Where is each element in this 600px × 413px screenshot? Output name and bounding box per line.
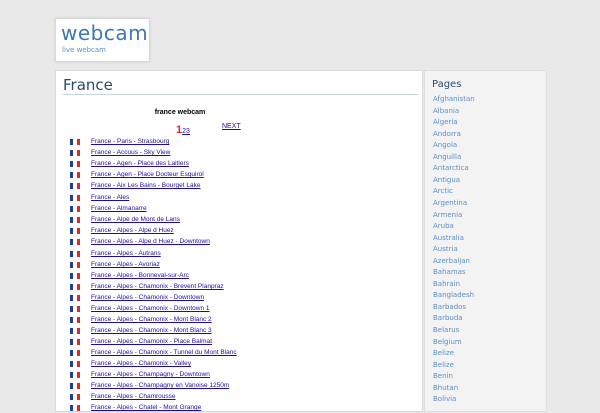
sidebar-country-link[interactable]: Angola — [433, 141, 457, 149]
sidebar-country-link[interactable]: Bangladesh — [433, 291, 474, 299]
sidebar: Pages Afghanistan Albania Algeria Andorra An… — [424, 70, 547, 412]
sidebar-country-link[interactable]: Arctic — [433, 187, 453, 195]
sidebar-country-link[interactable]: Belarus — [433, 326, 459, 334]
france-flag-icon — [70, 239, 80, 245]
france-flag-icon — [70, 183, 80, 189]
webcam-link[interactable]: France - Alpes - Chamonix - Valley — [91, 359, 191, 369]
webcam-link[interactable]: France - Alpes - Bonneval-sur-Arc — [91, 271, 189, 281]
main-content: France france webcam 123 NEXT France - P… — [55, 70, 423, 412]
webcam-link[interactable]: France - Alpes - Chamrousse — [91, 392, 176, 402]
france-flag-icon — [70, 295, 80, 301]
sidebar-country-link[interactable]: Bahrain — [433, 280, 460, 288]
france-flag-icon — [70, 361, 80, 367]
sidebar-country-link[interactable]: Australia — [433, 234, 464, 242]
webcam-link[interactable]: France - Alpes - Chamonix - Downtown — [91, 293, 204, 303]
page-title: France — [63, 76, 113, 94]
sidebar-title: Pages — [432, 79, 462, 90]
sidebar-country-link[interactable]: Argentina — [433, 199, 467, 207]
france-flag-icon — [70, 172, 80, 178]
france-flag-icon — [70, 161, 80, 167]
france-flag-icon — [70, 251, 80, 257]
webcam-link[interactable]: France - Alpes - Chatel - Mont Grange — [91, 403, 201, 413]
france-flag-icon — [70, 372, 80, 378]
site-subtitle: live webcam — [62, 46, 106, 54]
webcam-link[interactable]: France - Alpes - Autrans — [91, 249, 161, 259]
webcam-link[interactable]: France - Paris - Strasbourg — [91, 137, 169, 147]
sidebar-country-link[interactable]: Antigua — [433, 176, 460, 184]
webcam-link[interactable]: France - Alpes - Champagny - Downtown — [91, 370, 210, 380]
france-flag-icon — [70, 150, 80, 156]
france-flag-icon — [70, 217, 80, 223]
webcam-link[interactable]: France - Alpes - Alpe d Huez — [91, 226, 174, 236]
sidebar-country-link[interactable]: Bahamas — [433, 268, 466, 276]
webcam-link[interactable]: France - Aix Les Bains - Bourget Lake — [91, 181, 200, 191]
webcam-link[interactable]: France - Ales — [91, 193, 129, 203]
sidebar-country-link[interactable]: Benin — [433, 372, 453, 380]
webcam-link[interactable]: France - Alpe de Mont de Lans — [91, 215, 180, 225]
sidebar-country-link[interactable]: Barbados — [433, 303, 466, 311]
webcam-link[interactable]: France - Alpes - Chamonix - Mont Blanc 3 — [91, 326, 212, 336]
sidebar-country-link[interactable]: Afghanistan — [433, 95, 475, 103]
france-flag-icon — [70, 394, 80, 400]
france-flag-icon — [70, 139, 80, 145]
france-flag-icon — [70, 383, 80, 389]
sidebar-country-link[interactable]: Aruba — [433, 222, 454, 230]
pagination: 123 — [176, 120, 190, 138]
france-flag-icon — [70, 195, 80, 201]
france-flag-icon — [70, 405, 80, 411]
webcam-link[interactable]: France - Agen - Place des Laitiers — [91, 159, 189, 169]
sidebar-country-link[interactable]: Algeria — [433, 118, 458, 126]
sidebar-country-link[interactable]: Antarctica — [433, 164, 469, 172]
list-heading: france webcam — [154, 109, 206, 116]
france-flag-icon — [70, 273, 80, 279]
webcam-link[interactable]: France - Agen - Place Docteur Esquirol — [91, 170, 204, 180]
sidebar-country-link[interactable]: Belize — [433, 349, 454, 357]
webcam-link[interactable]: France - Alpes - Champagny en Vanoise 12… — [91, 381, 229, 391]
webcam-link[interactable]: France - Alpes - Chamonix - Downtown 1 — [91, 304, 210, 314]
france-flag-icon — [70, 262, 80, 268]
france-flag-icon — [70, 306, 80, 312]
webcam-link[interactable]: France - Alpes - Chamonix - Tunnel du Mo… — [91, 348, 237, 358]
france-flag-icon — [70, 339, 80, 345]
webcam-link[interactable]: France - Accous - Sky View — [91, 148, 170, 158]
france-flag-icon — [70, 350, 80, 356]
france-flag-icon — [70, 228, 80, 234]
sidebar-country-link[interactable]: Albania — [433, 107, 459, 115]
france-flag-icon — [70, 317, 80, 323]
sidebar-country-link[interactable]: Barbuda — [433, 314, 463, 322]
sidebar-country-link[interactable]: Andorra — [433, 130, 461, 138]
france-flag-icon — [70, 328, 80, 334]
webcam-link[interactable]: France - Alpes - Chamonix - Mont Blanc 2 — [91, 315, 212, 325]
next-page-link[interactable]: NEXT — [222, 123, 241, 130]
sidebar-country-link[interactable]: Anguilla — [433, 153, 461, 161]
webcam-link[interactable]: France - Alpes - Avoriaz — [91, 260, 160, 270]
site-logo[interactable]: webcam live webcam — [55, 18, 150, 62]
site-title[interactable]: webcam — [61, 21, 148, 45]
sidebar-country-link[interactable]: Azerbaijan — [433, 257, 470, 265]
webcam-link[interactable]: France - Alpes - Chamonix - Place Balmat — [91, 337, 212, 347]
sidebar-country-link[interactable]: Belgium — [433, 338, 462, 346]
sidebar-country-link[interactable]: Armenia — [433, 211, 462, 219]
france-flag-icon — [70, 206, 80, 212]
france-flag-icon — [70, 284, 80, 290]
sidebar-country-link[interactable]: Austria — [433, 245, 458, 253]
webcam-link[interactable]: France - Alpes - Chamonix - Brevent Plan… — [91, 282, 224, 292]
sidebar-country-link[interactable]: Belize — [433, 361, 454, 369]
sidebar-country-link[interactable]: Bolivia — [433, 395, 456, 403]
page-link-3[interactable]: 3 — [186, 128, 190, 135]
webcam-link[interactable]: France - Almanarre — [91, 204, 147, 214]
title-divider — [63, 94, 418, 95]
sidebar-country-link[interactable]: Bhutan — [433, 384, 458, 392]
webcam-link[interactable]: France - Alpes - Alpe d Huez - Downtown — [91, 237, 210, 247]
